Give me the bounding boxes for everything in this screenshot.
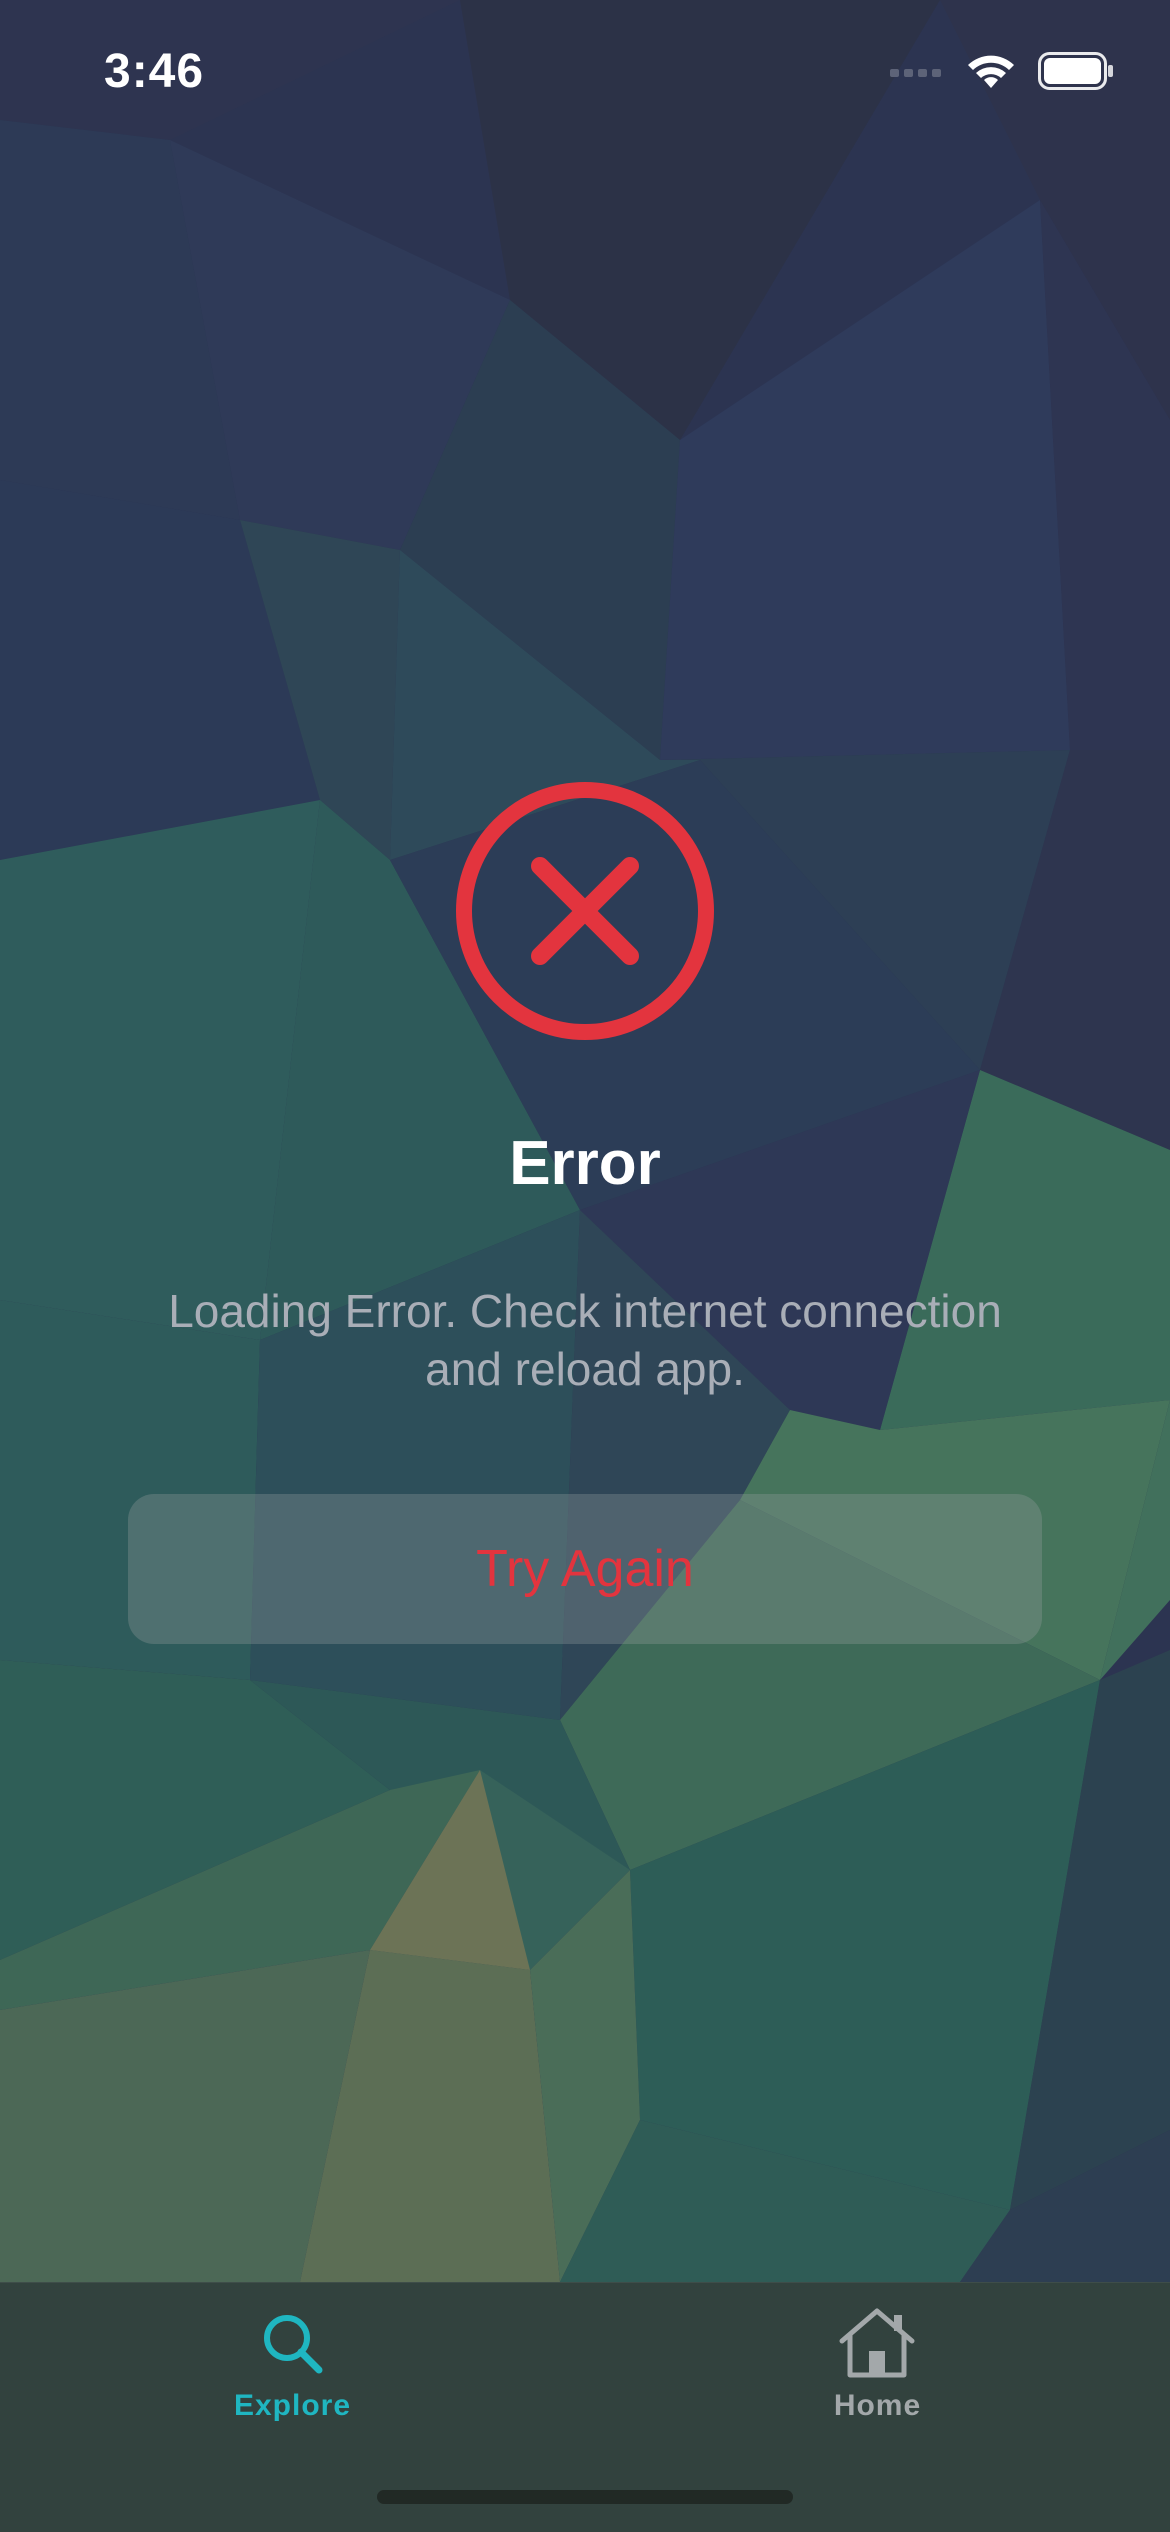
error-message-line-2: and reload app. bbox=[425, 1343, 745, 1395]
tab-home[interactable]: Home bbox=[585, 2283, 1170, 2463]
error-message: Loading Error. Check internet connection… bbox=[130, 1282, 1040, 1398]
home-icon bbox=[839, 2308, 915, 2378]
home-indicator bbox=[377, 2490, 793, 2504]
status-time: 3:46 bbox=[104, 45, 205, 98]
polygon-background bbox=[0, 0, 1170, 2532]
search-icon bbox=[264, 2315, 323, 2374]
status-icons bbox=[890, 52, 1114, 90]
error-title: Error bbox=[509, 1129, 661, 1198]
tab-explore-label: Explore bbox=[233, 2389, 352, 2422]
status-bar: 3:46 bbox=[0, 0, 1170, 140]
tab-home-label: Home bbox=[833, 2389, 922, 2422]
tab-explore[interactable]: Explore bbox=[0, 2283, 585, 2463]
cellular-signal-icon bbox=[890, 69, 941, 77]
wifi-icon bbox=[968, 55, 1014, 88]
error-message-line-1: Loading Error. Check internet connection bbox=[168, 1285, 1002, 1337]
app-screen: 3:46 Error Loading Error. Check internet… bbox=[0, 0, 1170, 2532]
battery-icon bbox=[1038, 52, 1113, 90]
try-again-button[interactable]: Try Again bbox=[128, 1494, 1042, 1644]
x-circle-icon bbox=[456, 782, 714, 1040]
